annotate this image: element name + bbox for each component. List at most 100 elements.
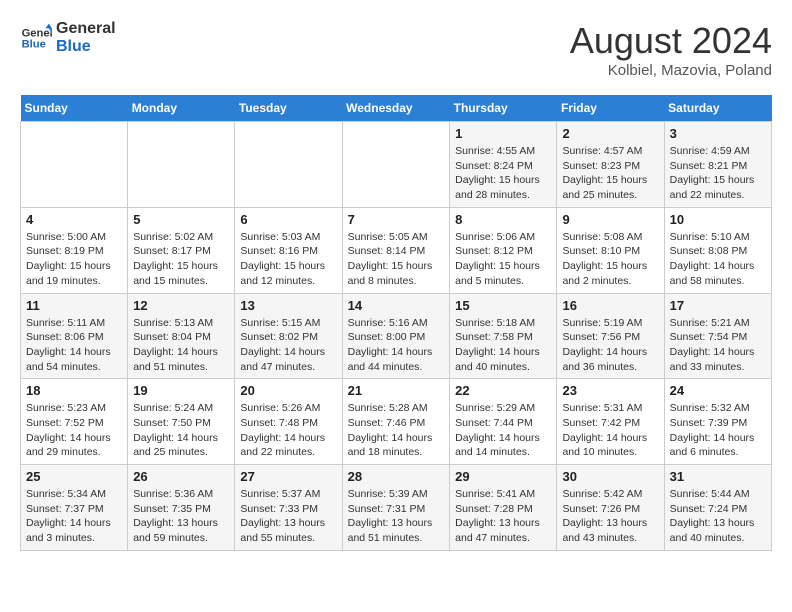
day-info: Sunrise: 5:32 AM Sunset: 7:39 PM Dayligh… — [670, 401, 766, 460]
day-info: Sunrise: 5:44 AM Sunset: 7:24 PM Dayligh… — [670, 487, 766, 546]
day-number: 19 — [133, 383, 229, 398]
day-number: 27 — [240, 469, 336, 484]
calendar-cell: 10 Sunrise: 5:10 AM Sunset: 8:08 PM Dayli… — [664, 207, 771, 293]
calendar-cell: 21 Sunrise: 5:28 AM Sunset: 7:46 PM Dayli… — [342, 379, 450, 465]
day-info: Sunrise: 5:00 AM Sunset: 8:19 PM Dayligh… — [26, 230, 122, 289]
weekday-header-saturday: Saturday — [664, 95, 771, 122]
calendar-cell: 20 Sunrise: 5:26 AM Sunset: 7:48 PM Dayli… — [235, 379, 342, 465]
day-info: Sunrise: 5:13 AM Sunset: 8:04 PM Dayligh… — [133, 316, 229, 375]
calendar-cell: 5 Sunrise: 5:02 AM Sunset: 8:17 PM Daylig… — [128, 207, 235, 293]
svg-text:General: General — [22, 27, 52, 39]
calendar-cell: 16Sunrise: 5:19 AM Sunset: 7:56 PM Dayli… — [557, 293, 664, 379]
weekday-header-thursday: Thursday — [450, 95, 557, 122]
day-info: Sunrise: 5:05 AM Sunset: 8:14 PM Dayligh… — [348, 230, 445, 289]
day-number: 15 — [455, 298, 551, 313]
calendar-cell: 26 Sunrise: 5:36 AM Sunset: 7:35 PM Dayli… — [128, 465, 235, 551]
day-info: Sunrise: 5:36 AM Sunset: 7:35 PM Dayligh… — [133, 487, 229, 546]
day-info: Sunrise: 5:02 AM Sunset: 8:17 PM Dayligh… — [133, 230, 229, 289]
day-info: Sunrise: 5:16 AM Sunset: 8:00 PM Dayligh… — [348, 316, 445, 375]
day-info: Sunrise: 5:06 AM Sunset: 8:12 PM Dayligh… — [455, 230, 551, 289]
day-info: Sunrise: 5:42 AM Sunset: 7:26 PM Dayligh… — [562, 487, 658, 546]
weekday-header-row: SundayMondayTuesdayWednesdayThursdayFrid… — [21, 95, 772, 122]
svg-text:Blue: Blue — [22, 38, 46, 50]
day-info: Sunrise: 5:37 AM Sunset: 7:33 PM Dayligh… — [240, 487, 336, 546]
day-number: 8 — [455, 212, 551, 227]
logo-line2: Blue — [56, 38, 91, 55]
calendar-cell: 25Sunrise: 5:34 AM Sunset: 7:37 PM Dayli… — [21, 465, 128, 551]
day-info: Sunrise: 5:10 AM Sunset: 8:08 PM Dayligh… — [670, 230, 766, 289]
day-number: 31 — [670, 469, 766, 484]
calendar-cell — [128, 122, 235, 208]
calendar-cell: 27 Sunrise: 5:37 AM Sunset: 7:33 PM Dayli… — [235, 465, 342, 551]
logo-icon: General Blue — [20, 22, 52, 54]
calendar-cell: 12 Sunrise: 5:13 AM Sunset: 8:04 PM Dayli… — [128, 293, 235, 379]
weekday-header-monday: Monday — [128, 95, 235, 122]
day-number: 23 — [562, 383, 658, 398]
day-number: 6 — [240, 212, 336, 227]
calendar-cell: 11 Sunrise: 5:11 AM Sunset: 8:06 PM Dayli… — [21, 293, 128, 379]
day-number: 3 — [670, 126, 766, 141]
calendar-cell: 13Sunrise: 5:15 AM Sunset: 8:02 PM Dayli… — [235, 293, 342, 379]
day-info: Sunrise: 5:39 AM Sunset: 7:31 PM Dayligh… — [348, 487, 445, 546]
day-info: Sunrise: 4:57 AM Sunset: 8:23 PM Dayligh… — [562, 144, 658, 203]
day-info: Sunrise: 5:29 AM Sunset: 7:44 PM Dayligh… — [455, 401, 551, 460]
day-number: 20 — [240, 383, 336, 398]
calendar-cell: 2 Sunrise: 4:57 AM Sunset: 8:23 PM Daylig… — [557, 122, 664, 208]
day-number: 1 — [455, 126, 551, 141]
day-info: Sunrise: 5:21 AM Sunset: 7:54 PM Dayligh… — [670, 316, 766, 375]
calendar-cell — [21, 122, 128, 208]
day-info: Sunrise: 5:28 AM Sunset: 7:46 PM Dayligh… — [348, 401, 445, 460]
day-number: 5 — [133, 212, 229, 227]
day-info: Sunrise: 5:11 AM Sunset: 8:06 PM Dayligh… — [26, 316, 122, 375]
calendar-cell: 22 Sunrise: 5:29 AM Sunset: 7:44 PM Dayli… — [450, 379, 557, 465]
weekday-header-friday: Friday — [557, 95, 664, 122]
day-number: 21 — [348, 383, 445, 398]
calendar-week-1: 1Sunrise: 4:55 AM Sunset: 8:24 PM Daylig… — [21, 122, 772, 208]
day-info: Sunrise: 5:31 AM Sunset: 7:42 PM Dayligh… — [562, 401, 658, 460]
day-info: Sunrise: 5:26 AM Sunset: 7:48 PM Dayligh… — [240, 401, 336, 460]
logo-line1: General — [56, 20, 116, 37]
day-info: Sunrise: 5:19 AM Sunset: 7:56 PM Dayligh… — [562, 316, 658, 375]
calendar-cell: 14Sunrise: 5:16 AM Sunset: 8:00 PM Dayli… — [342, 293, 450, 379]
calendar-cell: 29 Sunrise: 5:41 AM Sunset: 7:28 PM Dayli… — [450, 465, 557, 551]
day-info: Sunrise: 5:03 AM Sunset: 8:16 PM Dayligh… — [240, 230, 336, 289]
calendar-week-3: 11 Sunrise: 5:11 AM Sunset: 8:06 PM Dayli… — [21, 293, 772, 379]
day-number: 2 — [562, 126, 658, 141]
day-info: Sunrise: 5:34 AM Sunset: 7:37 PM Dayligh… — [26, 487, 122, 546]
month-title: August 2024 — [570, 20, 772, 62]
day-number: 29 — [455, 469, 551, 484]
weekday-header-tuesday: Tuesday — [235, 95, 342, 122]
calendar-cell: 30 Sunrise: 5:42 AM Sunset: 7:26 PM Dayli… — [557, 465, 664, 551]
day-info: Sunrise: 5:41 AM Sunset: 7:28 PM Dayligh… — [455, 487, 551, 546]
calendar-cell: 6 Sunrise: 5:03 AM Sunset: 8:16 PM Daylig… — [235, 207, 342, 293]
calendar-cell: 9Sunrise: 5:08 AM Sunset: 8:10 PM Daylig… — [557, 207, 664, 293]
calendar-cell: 1Sunrise: 4:55 AM Sunset: 8:24 PM Daylig… — [450, 122, 557, 208]
day-number: 22 — [455, 383, 551, 398]
day-number: 26 — [133, 469, 229, 484]
calendar-cell: 15Sunrise: 5:18 AM Sunset: 7:58 PM Dayli… — [450, 293, 557, 379]
calendar-cell: 23 Sunrise: 5:31 AM Sunset: 7:42 PM Dayli… — [557, 379, 664, 465]
calendar-table: SundayMondayTuesdayWednesdayThursdayFrid… — [20, 95, 772, 551]
day-number: 10 — [670, 212, 766, 227]
day-number: 24 — [670, 383, 766, 398]
title-block: August 2024 Kolbiel, Mazovia, Poland — [570, 20, 772, 79]
calendar-week-4: 18 Sunrise: 5:23 AM Sunset: 7:52 PM Dayli… — [21, 379, 772, 465]
calendar-cell: 19Sunrise: 5:24 AM Sunset: 7:50 PM Dayli… — [128, 379, 235, 465]
day-number: 11 — [26, 298, 122, 313]
day-number: 17 — [670, 298, 766, 313]
weekday-header-wednesday: Wednesday — [342, 95, 450, 122]
location-subtitle: Kolbiel, Mazovia, Poland — [570, 62, 772, 79]
calendar-cell: 31 Sunrise: 5:44 AM Sunset: 7:24 PM Dayli… — [664, 465, 771, 551]
calendar-cell: 7Sunrise: 5:05 AM Sunset: 8:14 PM Daylig… — [342, 207, 450, 293]
day-info: Sunrise: 5:23 AM Sunset: 7:52 PM Dayligh… — [26, 401, 122, 460]
day-info: Sunrise: 4:59 AM Sunset: 8:21 PM Dayligh… — [670, 144, 766, 203]
day-number: 30 — [562, 469, 658, 484]
day-number: 18 — [26, 383, 122, 398]
day-number: 28 — [348, 469, 445, 484]
day-info: Sunrise: 5:08 AM Sunset: 8:10 PM Dayligh… — [562, 230, 658, 289]
calendar-cell: 18 Sunrise: 5:23 AM Sunset: 7:52 PM Dayli… — [21, 379, 128, 465]
calendar-cell — [342, 122, 450, 208]
calendar-cell: 28 Sunrise: 5:39 AM Sunset: 7:31 PM Dayli… — [342, 465, 450, 551]
calendar-cell — [235, 122, 342, 208]
day-number: 12 — [133, 298, 229, 313]
